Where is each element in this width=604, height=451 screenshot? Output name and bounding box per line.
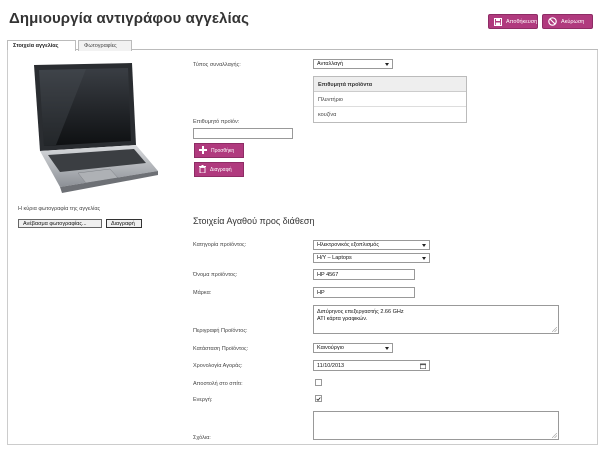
- home-delivery-checkbox[interactable]: [315, 379, 322, 386]
- product-photo: [34, 63, 158, 193]
- subcategory-select[interactable]: Η/Υ – Laptops: [313, 253, 430, 263]
- cancel-button[interactable]: Ακύρωση: [542, 14, 593, 29]
- purchase-date-label: Χρονολογία Αγοράς:: [193, 363, 243, 369]
- active-label: Ενεργή:: [193, 397, 213, 403]
- save-button[interactable]: Αποθήκευση: [488, 14, 538, 29]
- page-title: Δημιουργία αντιγράφου αγγελίας: [9, 10, 249, 27]
- product-name-label: Όνομα προϊόντος:: [193, 272, 238, 278]
- resize-handle-icon[interactable]: [552, 433, 557, 438]
- trash-icon: [199, 164, 206, 175]
- category-label: Κατηγορία προϊόντος:: [193, 242, 247, 248]
- wanted-products-table: Επιθυμητά προϊόντα Πλυντήριο κουζίνα: [313, 76, 467, 123]
- condition-value: Καινούργιο: [317, 345, 344, 351]
- wanted-product-label: Επιθυμητό προϊόν:: [193, 119, 240, 125]
- transaction-type-label: Τύπος συναλλαγής:: [193, 62, 241, 68]
- brand-input[interactable]: HP: [313, 287, 415, 298]
- plus-icon: [199, 145, 207, 156]
- item-section-title: Στοιχεία Αγαθού προς διάθεση: [193, 216, 315, 226]
- photo-caption: Η κύρια φωτογραφία της αγγελίας: [18, 206, 101, 212]
- upload-photo-button[interactable]: Ανέβασμα φωτογραφίας...: [18, 219, 102, 228]
- chevron-down-icon: [385, 347, 389, 350]
- cancel-button-label: Ακύρωση: [561, 18, 585, 25]
- home-delivery-label: Αποστολή στο σπίτι:: [193, 381, 243, 387]
- remove-wanted-label: Διαγραφή: [210, 166, 232, 173]
- transaction-type-select[interactable]: Ανταλλαγή: [313, 59, 393, 69]
- calendar-icon[interactable]: [420, 363, 426, 369]
- description-line-2: ATI κάρτα γραφικών.: [317, 316, 368, 322]
- purchase-date-value: 11/10/2013: [317, 363, 345, 369]
- resize-handle-icon[interactable]: [552, 327, 557, 332]
- chevron-down-icon: [422, 257, 426, 260]
- transaction-type-value: Ανταλλαγή: [317, 61, 343, 67]
- comments-textarea[interactable]: [313, 411, 559, 440]
- wanted-products-header: Επιθυμητά προϊόντα: [314, 77, 466, 92]
- condition-label: Κατάσταση Προϊόντος:: [193, 346, 249, 352]
- condition-select[interactable]: Καινούργιο: [313, 343, 393, 353]
- description-textarea[interactable]: Διπύρηνος επεξεργαστής 2.66 GHz ATI κάρτ…: [313, 305, 559, 334]
- product-name-input[interactable]: HP 4567: [313, 269, 415, 280]
- purchase-date-input[interactable]: 11/10/2013: [313, 360, 430, 371]
- checkmark-icon: [316, 396, 321, 401]
- description-label: Περιγραφή Προϊόντος:: [193, 328, 248, 334]
- active-checkbox[interactable]: [315, 395, 322, 402]
- category-value: Ηλεκτρονικός εξοπλισμός: [317, 242, 379, 248]
- tab-bar: Στοιχεία αγγελίας Φωτογραφίες: [7, 40, 598, 51]
- description-line-1: Διπύρηνος επεξεργαστής 2.66 GHz: [317, 309, 404, 315]
- category-select[interactable]: Ηλεκτρονικός εξοπλισμός: [313, 240, 430, 250]
- add-wanted-label: Προσθήκη: [211, 147, 235, 154]
- chevron-down-icon: [385, 63, 389, 66]
- delete-photo-button[interactable]: Διαγραφή: [106, 219, 142, 228]
- add-wanted-button[interactable]: Προσθήκη: [194, 143, 244, 158]
- save-button-label: Αποθήκευση: [506, 18, 538, 25]
- floppy-icon: [494, 17, 502, 26]
- subcategory-value: Η/Υ – Laptops: [317, 255, 352, 261]
- list-item[interactable]: Πλυντήριο: [314, 92, 466, 107]
- chevron-down-icon: [422, 244, 426, 247]
- remove-wanted-button[interactable]: Διαγραφή: [194, 162, 244, 177]
- list-item[interactable]: κουζίνα: [314, 107, 466, 122]
- no-entry-icon: [548, 17, 557, 26]
- comments-label: Σχόλια:: [193, 435, 211, 441]
- brand-label: Μάρκα:: [193, 290, 212, 296]
- wanted-product-input[interactable]: [193, 128, 293, 139]
